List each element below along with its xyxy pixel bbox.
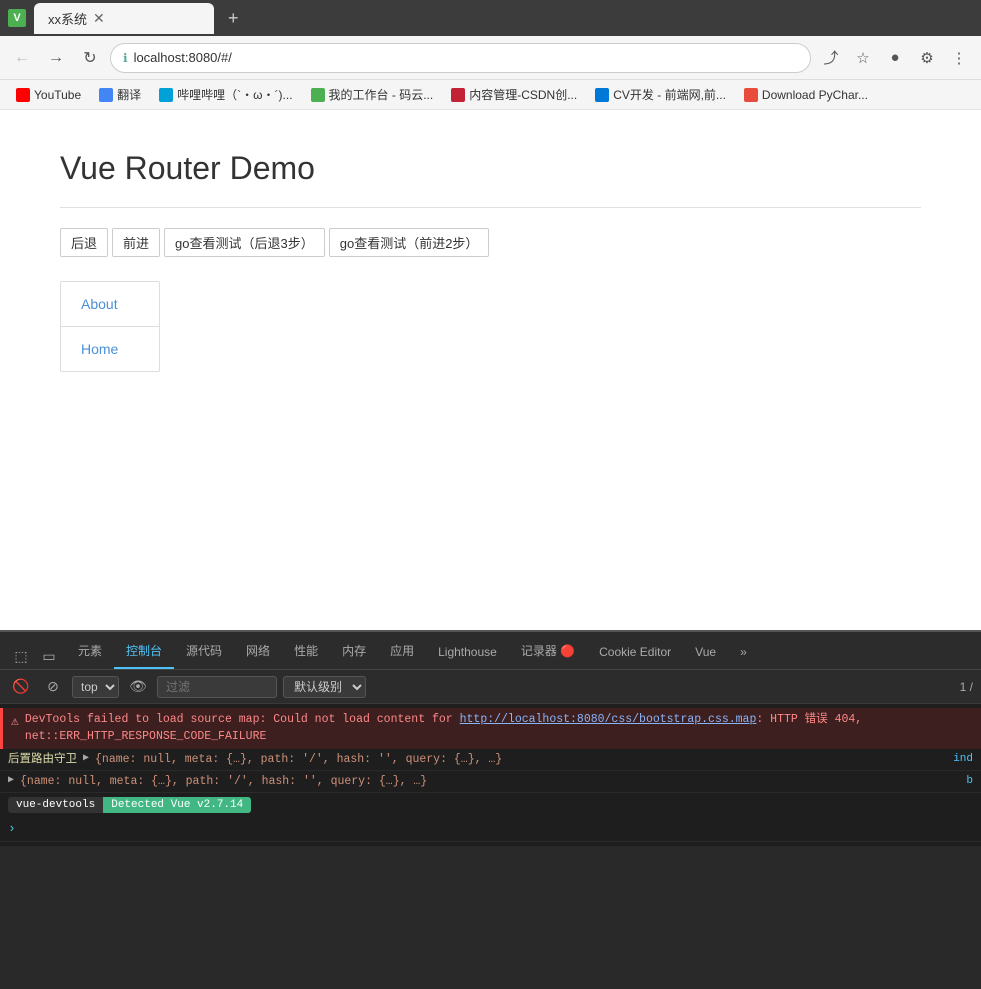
browser-tab[interactable]: xx系统 ✕: [34, 3, 214, 34]
vue-badge-left: vue-devtools: [8, 797, 103, 813]
tab-memory[interactable]: 内存: [330, 636, 378, 669]
error-link[interactable]: http://localhost:8080/css/bootstrap.css.…: [460, 713, 757, 726]
console-prompt-arrow[interactable]: ›: [8, 819, 16, 839]
menu-icon[interactable]: ⋮: [945, 44, 973, 72]
console-log-line-2: ▶ {name: null, meta: {…}, path: '/', has…: [0, 771, 981, 793]
console-capture-icon[interactable]: ⊘: [40, 674, 66, 700]
devtools-tab-icons: ⬚ ▭: [4, 643, 66, 669]
tab-sources[interactable]: 源代码: [174, 636, 234, 669]
devtools-inspect-icon[interactable]: ⬚: [8, 643, 34, 669]
tab-close-button[interactable]: ✕: [93, 10, 105, 27]
log-text-2: {name: null, meta: {…}, path: '/', hash:…: [20, 773, 427, 790]
bookmark-bilibili-label: 哔哩哔哩（`・ω・´)...: [177, 86, 292, 103]
tab-elements[interactable]: 元素: [66, 636, 114, 669]
page-divider: [60, 207, 921, 208]
log-link-2[interactable]: b: [966, 773, 973, 790]
forward-history-button[interactable]: 前进: [112, 228, 160, 257]
tab-console[interactable]: 控制台: [114, 636, 174, 669]
csdn-favicon: [451, 88, 465, 102]
devtools-panel: ⬚ ▭ 元素 控制台 源代码 网络 性能 内存 应用 Lighthouse 记录…: [0, 630, 981, 989]
vue-devtools-badge: vue-devtools Detected Vue v2.7.14: [8, 797, 251, 813]
console-page-number: 1 /: [960, 680, 973, 694]
tab-more[interactable]: »: [728, 639, 759, 669]
bookmark-gongzuotai[interactable]: 我的工作台 - 码云...: [303, 83, 442, 106]
new-tab-button[interactable]: +: [222, 8, 245, 29]
bookmark-bilibili[interactable]: 哔哩哔哩（`・ω・´)...: [151, 83, 300, 106]
router-link-about[interactable]: About: [61, 282, 159, 327]
bookmark-translate[interactable]: 翻译: [91, 83, 149, 106]
bookmark-cv-label: CV开发 - 前端网,前...: [613, 86, 726, 103]
nav-buttons: 后退 前进 go查看测试（后退3步） go查看测试（前进2步）: [60, 228, 921, 257]
bilibili-favicon: [159, 88, 173, 102]
devtools-tabs: ⬚ ▭ 元素 控制台 源代码 网络 性能 内存 应用 Lighthouse 记录…: [0, 632, 981, 670]
jetbrains-favicon: [744, 88, 758, 102]
devtools-toolbar: 🚫 ⊘ top 👁 默认级别 1 /: [0, 670, 981, 704]
url-text: localhost:8080/#/: [134, 50, 798, 65]
bookmark-icon[interactable]: ☆: [849, 44, 877, 72]
bookmark-cv[interactable]: CV开发 - 前端网,前...: [587, 83, 734, 106]
tab-performance[interactable]: 性能: [282, 636, 330, 669]
tab-application[interactable]: 应用: [378, 636, 426, 669]
browser-content: Vue Router Demo 后退 前进 go查看测试（后退3步） go查看测…: [0, 110, 981, 630]
expand-arrow-2[interactable]: ▶: [8, 773, 14, 788]
bookmark-jetbrains[interactable]: Download PyChar...: [736, 85, 876, 105]
gongzuotai-favicon: [311, 88, 325, 102]
bookmark-csdn-label: 内容管理-CSDN创...: [469, 86, 577, 103]
back-button[interactable]: ←: [8, 44, 36, 72]
go-back-3-button[interactable]: go查看测试（后退3步）: [164, 228, 325, 257]
tab-label: xx系统: [48, 9, 87, 28]
log-link-1[interactable]: ind: [953, 751, 973, 768]
tab-recorder[interactable]: 记录器 🔴: [509, 636, 587, 669]
console-level-select[interactable]: 默认级别: [283, 676, 366, 698]
devtools-device-icon[interactable]: ▭: [36, 643, 62, 669]
bookmark-jetbrains-label: Download PyChar...: [762, 88, 868, 102]
router-nav: About Home: [60, 281, 160, 372]
browser-favicon: V: [8, 9, 26, 27]
youtube-favicon: [16, 88, 30, 102]
console-clear-icon[interactable]: 🚫: [8, 674, 34, 700]
bookmark-csdn[interactable]: 内容管理-CSDN创...: [443, 83, 585, 106]
cv-favicon: [595, 88, 609, 102]
go-forward-2-button[interactable]: go查看测试（前进2步）: [329, 228, 490, 257]
bookmark-youtube-label: YouTube: [34, 88, 81, 102]
bookmarks-bar: YouTube 翻译 哔哩哔哩（`・ω・´)... 我的工作台 - 码云... …: [0, 80, 981, 110]
lock-icon: ℹ: [123, 51, 128, 65]
tab-lighthouse[interactable]: Lighthouse: [426, 639, 509, 669]
error-text: DevTools failed to load source map: Coul…: [25, 711, 973, 746]
tab-network[interactable]: 网络: [234, 636, 282, 669]
console-filter-input[interactable]: [157, 676, 277, 698]
browser-toolbar: ← → ↻ ℹ localhost:8080/#/ ⤴ ☆ ● ⚙ ⋮: [0, 36, 981, 80]
log-prefix-1: 后置路由守卫: [8, 751, 77, 768]
vue-badge-right: Detected Vue v2.7.14: [103, 797, 251, 813]
expand-arrow-1[interactable]: ▶: [83, 751, 89, 766]
router-link-home[interactable]: Home: [61, 327, 159, 371]
extension-icon[interactable]: ⚙: [913, 44, 941, 72]
bookmark-gongzuotai-label: 我的工作台 - 码云...: [329, 86, 434, 103]
translate-favicon: [99, 88, 113, 102]
back-history-button[interactable]: 后退: [60, 228, 108, 257]
warning-icon: ⚠: [11, 712, 19, 732]
bookmark-youtube[interactable]: YouTube: [8, 85, 89, 105]
console-context-select[interactable]: top: [72, 676, 119, 698]
console-prompt-line: ›: [0, 817, 981, 842]
bookmark-translate-label: 翻译: [117, 86, 141, 103]
console-error-line: ⚠ DevTools failed to load source map: Co…: [0, 708, 981, 749]
share-icon[interactable]: ⤴: [817, 44, 845, 72]
browser-titlebar: V xx系统 ✕ +: [0, 0, 981, 36]
toolbar-icons: ⤴ ☆ ● ⚙ ⋮: [817, 44, 973, 72]
profile-icon[interactable]: ●: [881, 44, 909, 72]
tab-vue[interactable]: Vue: [683, 639, 728, 669]
console-eye-icon[interactable]: 👁: [125, 674, 151, 700]
forward-button[interactable]: →: [42, 44, 70, 72]
reload-button[interactable]: ↻: [76, 44, 104, 72]
devtools-content: ⚠ DevTools failed to load source map: Co…: [0, 704, 981, 846]
tab-cookie-editor[interactable]: Cookie Editor: [587, 639, 683, 669]
log-text-1: {name: null, meta: {…}, path: '/', hash:…: [95, 751, 502, 768]
console-log-line-1: 后置路由守卫 ▶ {name: null, meta: {…}, path: '…: [0, 749, 981, 771]
url-bar[interactable]: ℹ localhost:8080/#/: [110, 43, 811, 73]
page-title: Vue Router Demo: [60, 150, 921, 187]
